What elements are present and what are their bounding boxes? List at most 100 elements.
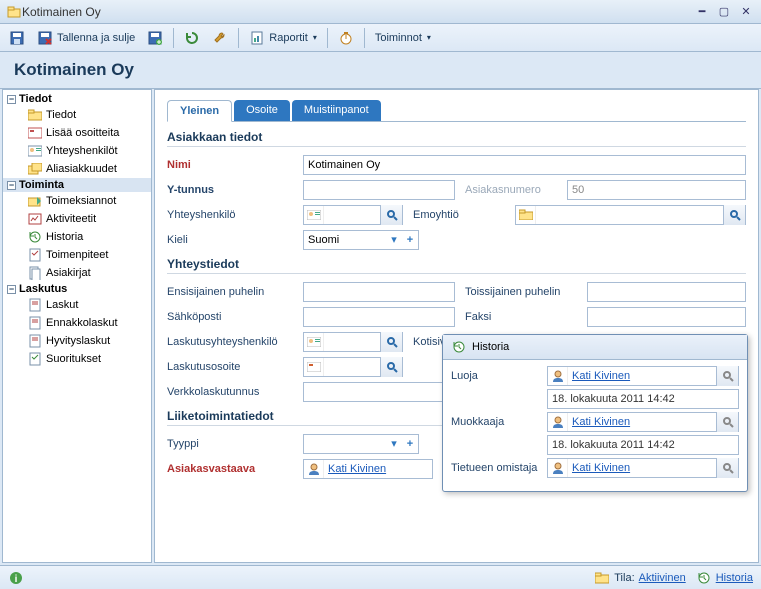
reports-label: Raportit bbox=[269, 32, 308, 44]
sidebar-group-label: Toiminta bbox=[19, 179, 64, 191]
picker-asiakasvastaava[interactable]: Kati Kivinen bbox=[303, 459, 433, 479]
reports-button[interactable]: Raportit ▾ bbox=[244, 27, 322, 49]
sidebar-item-asiakirjat[interactable]: Asiakirjat bbox=[3, 264, 151, 282]
lookup-button[interactable] bbox=[716, 366, 738, 386]
lookup-button[interactable] bbox=[716, 458, 738, 478]
folder-icon bbox=[594, 570, 610, 586]
actions-button[interactable]: Toiminnot ▾ bbox=[370, 27, 436, 49]
input-asiakasnumero[interactable] bbox=[567, 180, 746, 200]
sidebar-item-label: Hyvityslaskut bbox=[46, 335, 110, 347]
lookup-button[interactable] bbox=[380, 357, 402, 377]
sidebar-group-tiedot[interactable]: −Tiedot bbox=[3, 92, 151, 106]
save-close-button[interactable]: Tallenna ja sulje bbox=[32, 27, 140, 49]
tab-yleinen[interactable]: Yleinen bbox=[167, 100, 232, 122]
history-icon bbox=[27, 229, 43, 245]
window-title: Kotimainen Oy bbox=[22, 5, 689, 19]
tab-osoite[interactable]: Osoite bbox=[234, 100, 290, 121]
add-button[interactable]: + bbox=[402, 438, 418, 450]
label-luoja: Luoja bbox=[451, 370, 541, 382]
label-omistaja: Tietueen omistaja bbox=[451, 462, 541, 474]
input-faksi[interactable] bbox=[587, 307, 746, 327]
lookup-button[interactable] bbox=[380, 332, 402, 352]
sidebar-item-aliasiakkuudet[interactable]: Aliasiakkuudet bbox=[3, 160, 151, 178]
collapse-icon[interactable]: − bbox=[7, 181, 16, 190]
save-button[interactable] bbox=[4, 27, 30, 49]
picker-laskutusosoite[interactable] bbox=[303, 357, 403, 377]
info-icon[interactable]: i bbox=[8, 570, 24, 586]
status-historia-label[interactable]: Historia bbox=[716, 572, 753, 584]
sidebar-item-suoritukset[interactable]: Suoritukset bbox=[3, 350, 151, 368]
sidebar-item-tiedot[interactable]: Tiedot bbox=[3, 106, 151, 124]
toolbar: Tallenna ja sulje Raportit ▾ Toiminnot ▾ bbox=[0, 24, 761, 52]
sidebar-item-laskut[interactable]: Laskut bbox=[3, 296, 151, 314]
sidebar-item-yhteyshenkilot[interactable]: Yhteyshenkilöt bbox=[3, 142, 151, 160]
sidebar-item-toimeksiannot[interactable]: Toimeksiannot bbox=[3, 192, 151, 210]
payment-icon bbox=[27, 351, 43, 367]
tab-muistiinpanot[interactable]: Muistiinpanot bbox=[292, 100, 381, 121]
user-icon bbox=[548, 413, 568, 431]
status-tila[interactable]: Tila: Aktiivinen bbox=[594, 570, 685, 586]
sidebar-group-label: Tiedot bbox=[19, 93, 52, 105]
input-ens-puhelin[interactable] bbox=[303, 282, 455, 302]
input-sahkoposti[interactable] bbox=[303, 307, 455, 327]
sidebar-item-hyvityslaskut[interactable]: Hyvityslaskut bbox=[3, 332, 151, 350]
settings-button[interactable] bbox=[207, 27, 233, 49]
picker-value[interactable]: Kati Kivinen bbox=[568, 370, 716, 382]
sidebar-item-label: Laskut bbox=[46, 299, 78, 311]
sidebar-group-laskutus[interactable]: −Laskutus bbox=[3, 282, 151, 296]
sidebar-item-label: Yhteyshenkilöt bbox=[46, 145, 118, 157]
activity-icon bbox=[27, 211, 43, 227]
refresh-button[interactable] bbox=[179, 27, 205, 49]
input-verkkolaskutunnus[interactable] bbox=[303, 382, 455, 402]
label-sahkoposti: Sähköposti bbox=[167, 311, 297, 323]
collapse-icon[interactable]: − bbox=[7, 95, 16, 104]
sidebar-item-label: Historia bbox=[46, 231, 83, 243]
input-ytunnus[interactable] bbox=[303, 180, 455, 200]
combo-kieli[interactable]: Suomi▾+ bbox=[303, 230, 419, 250]
sidebar-group-label: Laskutus bbox=[19, 283, 67, 295]
close-button[interactable]: ✕ bbox=[737, 4, 755, 20]
picker-value[interactable]: Kati Kivinen bbox=[568, 416, 716, 428]
picker-muokkaaja[interactable]: Kati Kivinen bbox=[547, 412, 739, 432]
report-icon bbox=[249, 30, 265, 46]
save-close-label: Tallenna ja sulje bbox=[57, 32, 135, 44]
sidebar-item-aktiviteetit[interactable]: Aktiviteetit bbox=[3, 210, 151, 228]
save-new-button[interactable] bbox=[142, 27, 168, 49]
lookup-button[interactable] bbox=[716, 412, 738, 432]
timer-button[interactable] bbox=[333, 27, 359, 49]
chevron-down-icon[interactable]: ▾ bbox=[386, 233, 402, 246]
picker-yhteyshenkilo[interactable] bbox=[303, 205, 403, 225]
popup-title: Historia bbox=[472, 341, 509, 353]
section-asiakkaan-tiedot: Asiakkaan tiedot bbox=[167, 130, 746, 147]
sidebar-item-ennakkolaskut[interactable]: Ennakkolaskut bbox=[3, 314, 151, 332]
sidebar-item-historia[interactable]: Historia bbox=[3, 228, 151, 246]
lookup-button[interactable] bbox=[723, 205, 745, 225]
lookup-button[interactable] bbox=[380, 205, 402, 225]
chevron-down-icon: ▾ bbox=[427, 33, 431, 42]
minimize-button[interactable]: ━ bbox=[693, 4, 711, 20]
input-nimi[interactable] bbox=[303, 155, 746, 175]
add-button[interactable]: + bbox=[402, 234, 418, 246]
sidebar-item-label: Suoritukset bbox=[46, 353, 101, 365]
maximize-button[interactable]: ▢ bbox=[715, 4, 733, 20]
save-new-icon bbox=[147, 30, 163, 46]
picker-value[interactable]: Kati Kivinen bbox=[568, 462, 716, 474]
picker-lasku-yhteyshenkilo[interactable] bbox=[303, 332, 403, 352]
picker-omistaja[interactable]: Kati Kivinen bbox=[547, 458, 739, 478]
picker-value[interactable]: Kati Kivinen bbox=[324, 463, 432, 475]
chevron-down-icon[interactable]: ▾ bbox=[386, 437, 402, 450]
sidebar-item-toimenpiteet[interactable]: Toimenpiteet bbox=[3, 246, 151, 264]
sidebar-item-lisaa-osoitteita[interactable]: Lisää osoitteita bbox=[3, 124, 151, 142]
picker-emoyhtio[interactable] bbox=[515, 205, 746, 225]
section-title: Asiakkaan tiedot bbox=[167, 130, 746, 144]
sidebar-item-label: Asiakirjat bbox=[46, 267, 91, 279]
input-tois-puhelin[interactable] bbox=[587, 282, 746, 302]
collapse-icon[interactable]: − bbox=[7, 285, 16, 294]
sidebar-group-toiminta[interactable]: −Toiminta bbox=[3, 178, 151, 192]
sidebar[interactable]: −Tiedot Tiedot Lisää osoitteita Yhteyshe… bbox=[2, 89, 152, 563]
picker-luoja[interactable]: Kati Kivinen bbox=[547, 366, 739, 386]
status-tila-value[interactable]: Aktiivinen bbox=[639, 572, 686, 584]
sidebar-item-label: Toimenpiteet bbox=[46, 249, 108, 261]
status-historia[interactable]: Historia bbox=[696, 570, 753, 586]
combo-tyyppi[interactable]: ▾+ bbox=[303, 434, 419, 454]
